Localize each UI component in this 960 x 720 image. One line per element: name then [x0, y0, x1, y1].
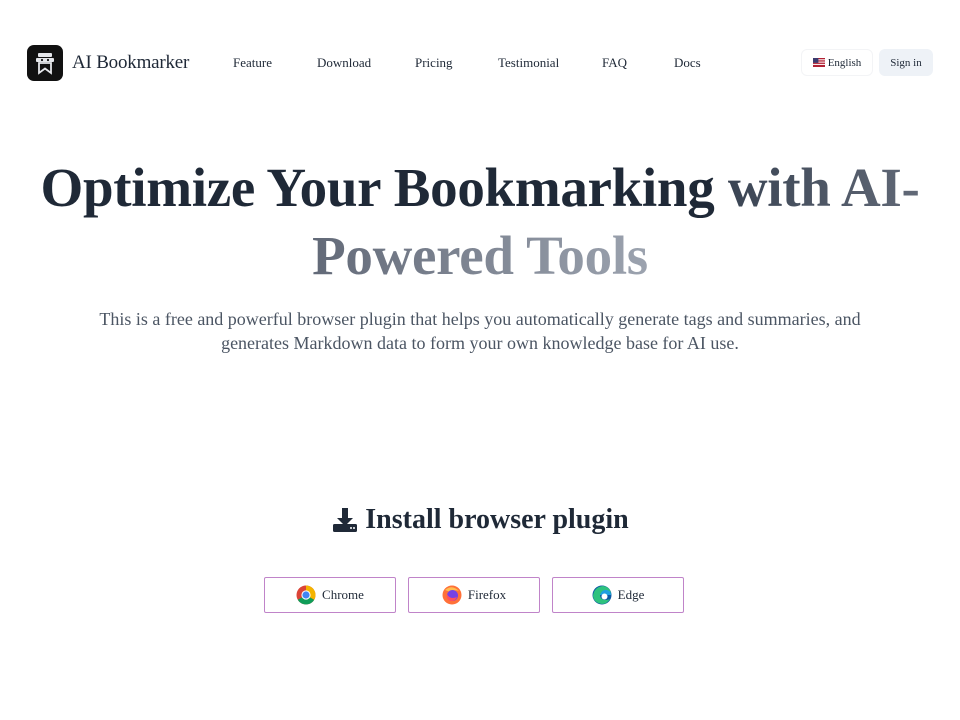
nav-item-faq[interactable]: FAQ	[602, 55, 627, 71]
edge-install-button[interactable]: Edge	[552, 577, 684, 613]
nav-item-feature[interactable]: Feature	[233, 55, 272, 71]
page: AI Bookmarker Feature Download Pricing T…	[0, 0, 960, 720]
install-title: Install browser plugin	[365, 504, 629, 535]
edge-icon	[592, 585, 612, 605]
hero-subtitle: This is a free and powerful browser plug…	[99, 309, 861, 353]
download-icon	[333, 508, 358, 532]
us-flag-icon	[812, 58, 825, 67]
language-label: English	[827, 56, 862, 69]
nav-item-testimonial[interactable]: Testimonial	[498, 55, 559, 71]
edge-label: Edge	[617, 587, 645, 602]
firefox-label: Firefox	[467, 587, 507, 602]
install-heading: Install browser plugin	[0, 500, 960, 540]
nav-item-download[interactable]: Download	[317, 55, 371, 71]
hero-title-main: Optimize Your Bookmarking	[40, 157, 728, 218]
language-selector[interactable]: English	[801, 49, 873, 76]
firefox-install-button[interactable]: Firefox	[408, 577, 540, 613]
nav-item-docs[interactable]: Docs	[674, 55, 701, 71]
firefox-icon	[442, 585, 462, 605]
chrome-icon	[296, 585, 316, 605]
chrome-install-button[interactable]: Chrome	[264, 577, 396, 613]
nav-item-pricing[interactable]: Pricing	[415, 55, 453, 71]
chrome-label: Chrome	[322, 587, 364, 602]
site-header: AI Bookmarker Feature Download Pricing T…	[0, 0, 960, 126]
sign-in-button[interactable]: Sign in	[879, 49, 933, 76]
hero-title: Optimize Your Bookmarking with AI-Powere…	[30, 154, 930, 290]
